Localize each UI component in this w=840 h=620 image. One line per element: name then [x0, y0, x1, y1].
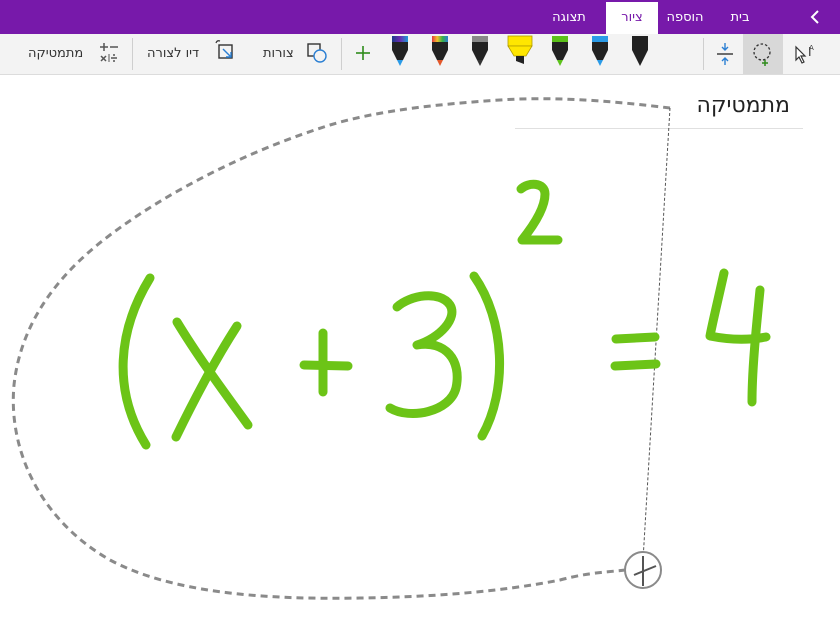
- pen-black-icon[interactable]: [632, 36, 648, 66]
- handwritten-equation: [118, 179, 771, 450]
- pen-galaxy-icon[interactable]: [392, 36, 408, 66]
- rotate-handle-icon[interactable]: [624, 551, 662, 589]
- pen-gallery: [392, 35, 648, 66]
- math-icon[interactable]: [96, 34, 122, 74]
- ink-canvas[interactable]: [0, 75, 840, 620]
- ribbon-separator: [132, 38, 133, 70]
- pencil-gray-icon[interactable]: [472, 36, 488, 66]
- tab-insert[interactable]: הוספה: [650, 2, 720, 34]
- math-button-label[interactable]: מתמטיקה: [28, 46, 83, 61]
- draw-ribbon: מתמטיקה דיו לצורה צורות I A: [0, 34, 840, 75]
- add-space-icon[interactable]: [712, 34, 738, 74]
- shapes-label[interactable]: צורות: [263, 46, 294, 61]
- tab-draw[interactable]: ציור: [606, 2, 658, 34]
- pen-blue-icon[interactable]: [592, 36, 608, 66]
- tab-bar: בית הוספה ציור תצוגה: [0, 0, 840, 34]
- ribbon-separator: [341, 38, 342, 70]
- pen-rainbow-icon[interactable]: [432, 36, 448, 66]
- pen-green-icon[interactable]: [552, 36, 568, 66]
- lasso-select-button[interactable]: [743, 34, 783, 74]
- type-select-icon[interactable]: I A: [790, 34, 820, 74]
- add-pen-icon[interactable]: [352, 34, 374, 74]
- lasso-select-icon: [753, 43, 771, 66]
- svg-text:A: A: [809, 44, 814, 52]
- ink-to-shape-label[interactable]: דיו לצורה: [147, 46, 199, 61]
- chevron-left-icon[interactable]: [800, 2, 830, 32]
- ink-to-shape-icon[interactable]: [214, 34, 238, 74]
- ribbon-separator: [703, 38, 704, 70]
- shapes-icon[interactable]: [304, 34, 330, 74]
- highlighter-yellow-icon[interactable]: [507, 35, 533, 64]
- lasso-selection-outline: [11, 97, 671, 600]
- tab-view[interactable]: תצוגה: [534, 2, 604, 34]
